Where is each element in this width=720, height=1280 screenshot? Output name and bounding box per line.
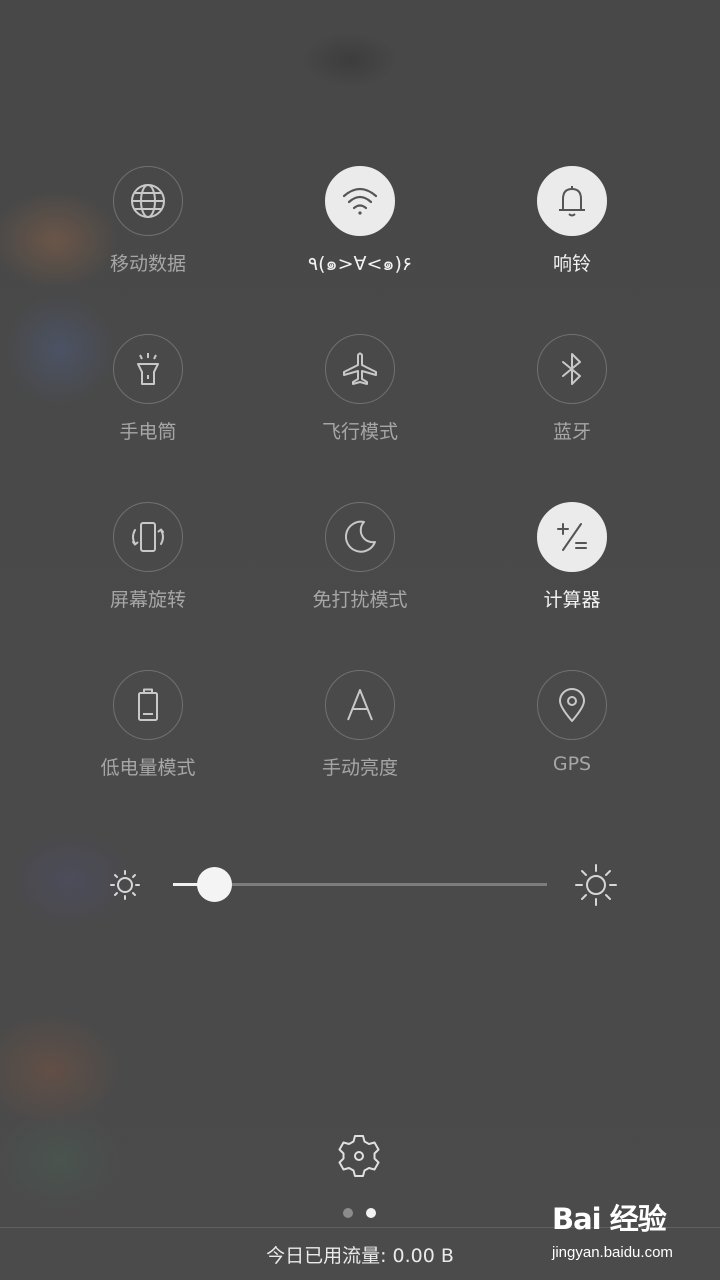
airplane-icon: [343, 352, 377, 385]
mobile-data-button[interactable]: [113, 166, 183, 236]
ring-button[interactable]: [537, 166, 607, 236]
toggle-gps[interactable]: GPS: [472, 670, 672, 800]
flashlight-icon: [137, 353, 159, 385]
flashlight-label: 手电筒: [119, 421, 177, 443]
page-dot-1[interactable]: [343, 1208, 353, 1218]
toggle-flashlight[interactable]: 手电筒: [48, 334, 248, 464]
gps-button[interactable]: [537, 670, 607, 740]
toggle-low-power-mode[interactable]: 低电量模式: [48, 670, 248, 800]
toggle-bluetooth[interactable]: 蓝牙: [472, 334, 672, 464]
do-not-disturb-button[interactable]: [325, 502, 395, 572]
wifi-label: ٩(๑>∀<๑)۶: [307, 253, 413, 275]
brightness-slider-thumb[interactable]: [196, 867, 232, 902]
toggle-calculator[interactable]: 计算器: [472, 502, 672, 632]
toggle-mobile-data[interactable]: 移动数据: [48, 166, 248, 296]
toggle-airplane[interactable]: 飞行模式: [260, 334, 460, 464]
battery-icon: [138, 688, 158, 721]
manual-brightness-label: 手动亮度: [321, 757, 398, 779]
moon-icon: [345, 520, 376, 553]
calculator-button[interactable]: [537, 502, 607, 572]
low-power-mode-label: 低电量模式: [100, 757, 196, 779]
ring-label: 响铃: [552, 253, 591, 275]
toggle-screen-rotation[interactable]: 屏幕旋转: [48, 502, 248, 632]
airplane-button[interactable]: [325, 334, 395, 404]
screen-rotation-button[interactable]: [113, 502, 183, 572]
toggle-do-not-disturb[interactable]: 免打扰模式: [260, 502, 460, 632]
bell-icon: [559, 186, 585, 217]
watermark-logo: Bai 经验: [552, 1202, 667, 1236]
wifi-button[interactable]: [325, 166, 395, 236]
globe-icon: [131, 184, 165, 218]
low-power-mode-button[interactable]: [113, 670, 183, 740]
toggle-ring[interactable]: 响铃: [472, 166, 672, 296]
flashlight-button[interactable]: [113, 334, 183, 404]
rotate-screen-icon: [132, 522, 164, 552]
brightness-high-icon: [575, 864, 617, 906]
settings-gear-icon[interactable]: [335, 1132, 383, 1180]
toggle-manual-brightness[interactable]: 手动亮度: [260, 670, 460, 800]
calculator-label: 计算器: [543, 589, 601, 611]
bluetooth-label: 蓝牙: [552, 421, 591, 443]
baidu-jingyan-watermark: Bai 经验 jingyan.baidu.com: [552, 1196, 712, 1266]
brightness-low-icon: [110, 870, 140, 900]
do-not-disturb-label: 免打扰模式: [312, 589, 408, 611]
letter-a-icon: [347, 689, 373, 721]
bluetooth-icon: [562, 353, 581, 385]
airplane-label: 飞行模式: [321, 421, 398, 443]
watermark-url: jingyan.baidu.com: [552, 1244, 673, 1261]
gps-label: GPS: [552, 753, 592, 775]
calculator-icon: [557, 523, 587, 551]
wifi-icon: [342, 187, 378, 215]
manual-brightness-button[interactable]: [325, 670, 395, 740]
screen-rotation-label: 屏幕旋转: [109, 589, 186, 611]
location-pin-icon: [559, 688, 585, 722]
bluetooth-button[interactable]: [537, 334, 607, 404]
toggle-wifi[interactable]: ٩(๑>∀<๑)۶: [260, 166, 460, 296]
page-dot-2[interactable]: [366, 1208, 376, 1218]
mobile-data-label: 移动数据: [109, 253, 186, 275]
